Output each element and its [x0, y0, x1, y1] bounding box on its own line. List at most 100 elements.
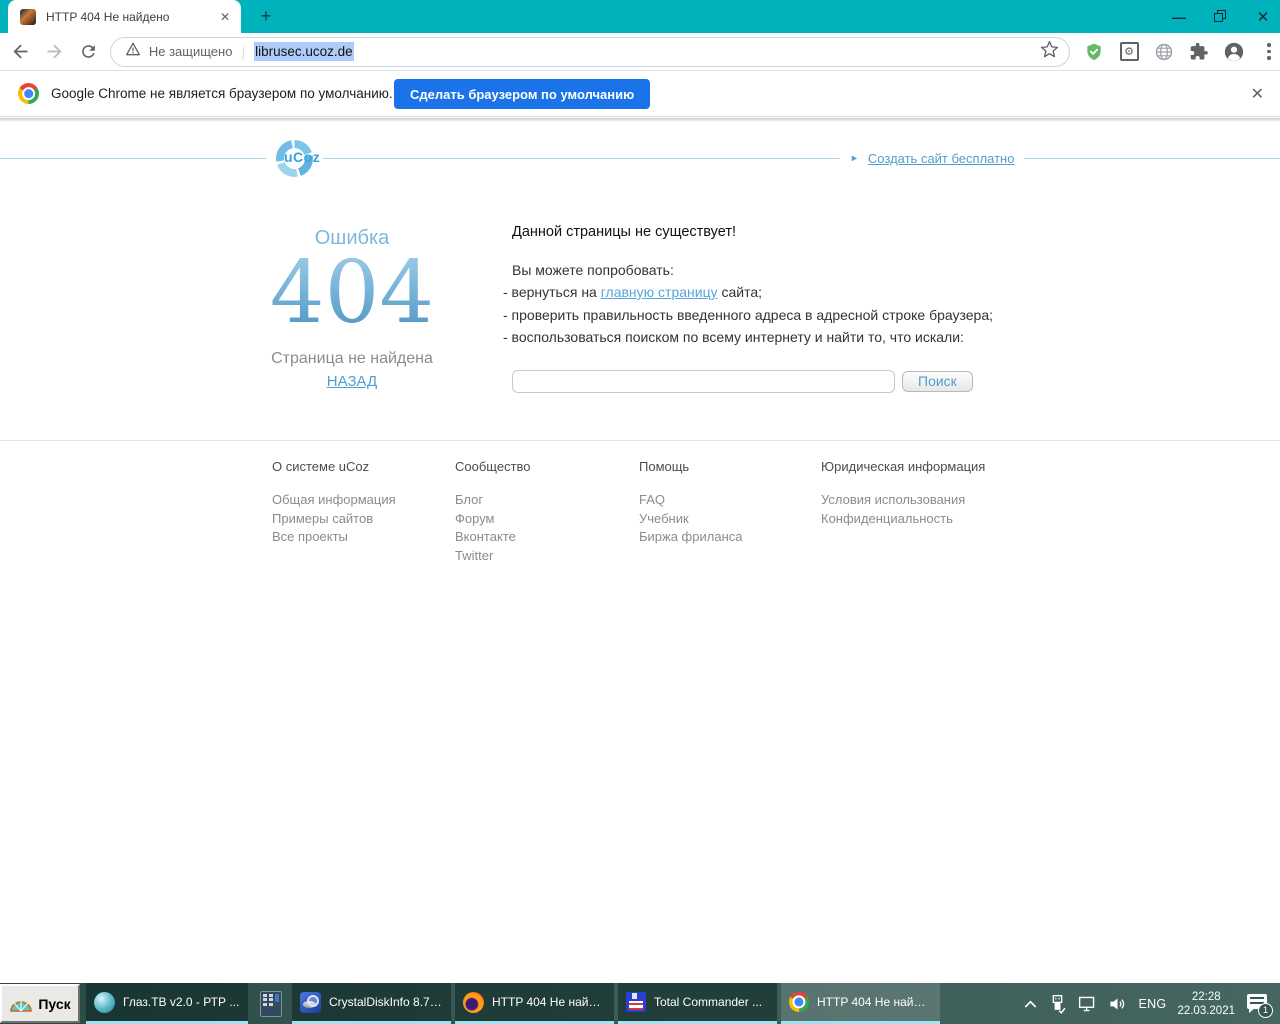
security-label[interactable]: Не защищено	[149, 44, 233, 59]
clock[interactable]: 22:28 22.03.2021	[1177, 990, 1235, 1018]
desktop-screen: HTTP 404 Не найдено ✕ + — ✕ Не защищено …	[0, 0, 1280, 1024]
start-shell-icon	[9, 994, 33, 1014]
error-description-column: Данной страницы не существует! Вы можете…	[503, 224, 1003, 393]
firefox-icon	[463, 992, 484, 1013]
footer-link[interactable]: Блог	[455, 491, 635, 509]
suggestions-subtitle: Вы можете попробовать:	[503, 259, 1003, 281]
extensions-row: ⚙	[1083, 41, 1280, 63]
footer-link[interactable]: Общая информация	[272, 491, 452, 509]
footer-column-title: Юридическая информация	[821, 459, 1001, 474]
taskbar-item-firefox[interactable]: HTTP 404 Не найде...	[455, 983, 614, 1024]
footer-link[interactable]: Конфиденциальность	[821, 510, 1001, 528]
calculator-icon	[260, 991, 282, 1017]
new-tab-button[interactable]: +	[254, 6, 278, 28]
tray-chevron-up-icon[interactable]	[1023, 998, 1038, 1010]
main-page-link[interactable]: главную страницу	[601, 284, 718, 300]
close-icon[interactable]: ✕	[1256, 10, 1270, 24]
network-icon[interactable]	[1077, 995, 1097, 1013]
taskbar-item-chrome-active[interactable]: HTTP 404 Не найде...	[781, 983, 940, 1024]
create-site-link[interactable]: Создать сайт бесплатно	[868, 151, 1015, 166]
webpage-404: uCoz ► Создать сайт бесплатно Ошибка 404…	[0, 122, 1280, 983]
total-commander-icon	[626, 992, 646, 1012]
windows-taskbar: Пуск Глаз.ТВ v2.0 - РТР ... CrystalDiskI…	[0, 983, 1280, 1024]
ucoz-logo[interactable]: uCoz	[266, 138, 323, 179]
glaz-tv-icon	[94, 992, 115, 1013]
error-code-404: 404	[252, 250, 452, 336]
system-tray: ENG 22:28 22.03.2021 1	[1023, 983, 1280, 1024]
search-button[interactable]: Поиск	[902, 371, 973, 392]
language-indicator[interactable]: ENG	[1138, 997, 1166, 1011]
default-browser-infobar: Google Chrome не является браузером по у…	[0, 71, 1280, 117]
forward-icon[interactable]	[42, 39, 68, 65]
infobar-message: Google Chrome не является браузером по у…	[51, 86, 393, 101]
page-not-found-text: Страница не найдена	[252, 350, 452, 368]
not-secure-warning-icon[interactable]	[125, 41, 141, 62]
globe-extension-icon[interactable]	[1153, 41, 1175, 63]
footer-column-legal: Юридическая информация Условия использов…	[821, 459, 1001, 528]
back-icon[interactable]	[8, 39, 34, 65]
make-default-button[interactable]: Сделать браузером по умолчанию	[394, 79, 650, 109]
footer-link[interactable]: Условия использования	[821, 491, 1001, 509]
extensions-puzzle-icon[interactable]	[1188, 41, 1210, 63]
address-bar[interactable]: Не защищено | librusec.ucoz.de	[110, 37, 1070, 67]
footer-column-help: Помощь FAQ Учебник Биржа фриланса	[639, 459, 819, 547]
footer-column-community: Сообщество Блог Форум Вконтакте Twitter	[455, 459, 635, 565]
footer-column-title: О системе uCoz	[272, 459, 452, 474]
search-form: Поиск	[503, 370, 1003, 393]
site-favicon	[20, 9, 36, 25]
browser-titlebar: HTTP 404 Не найдено ✕ + — ✕	[0, 0, 1280, 33]
footer-column-about: О системе uCoz Общая информация Примеры …	[272, 459, 452, 547]
usb-device-icon[interactable]	[1049, 994, 1066, 1014]
page-title: Данной страницы не существует!	[503, 224, 1003, 240]
create-site-block: ► Создать сайт бесплатно	[840, 150, 1024, 167]
start-label: Пуск	[38, 996, 70, 1012]
suggestion-item-3: - воспользоваться поиском по всему интер…	[503, 326, 1003, 349]
back-link[interactable]: НАЗАД	[327, 373, 377, 390]
crystaldiskinfo-icon	[300, 992, 321, 1013]
tab-title: HTTP 404 Не найдено	[46, 10, 217, 24]
footer-divider	[0, 440, 1280, 441]
browser-tab[interactable]: HTTP 404 Не найдено ✕	[8, 0, 241, 33]
footer-column-title: Помощь	[639, 459, 819, 474]
footer-link[interactable]: Twitter	[455, 547, 635, 565]
suggestion-item-2: - проверить правильность введенного адре…	[503, 304, 1003, 327]
taskbar-item-total-commander[interactable]: Total Commander ...	[618, 983, 777, 1024]
suggestion-item-1: - вернуться на главную страницу сайта;	[503, 281, 1003, 304]
adblock-shield-icon[interactable]	[1083, 41, 1105, 63]
footer-link[interactable]: Все проекты	[272, 528, 452, 546]
taskbar-item-calculator[interactable]	[254, 983, 288, 1024]
footer-link[interactable]: Учебник	[639, 510, 819, 528]
tab-close-icon[interactable]: ✕	[217, 9, 233, 25]
url-text-selected[interactable]: librusec.ucoz.de	[254, 42, 354, 61]
window-controls: — ✕	[1172, 0, 1270, 33]
browser-toolbar: Не защищено | librusec.ucoz.de ⚙	[0, 33, 1280, 71]
taskbar-item-crystaldiskinfo[interactable]: CrystalDiskInfo 8.7....	[292, 983, 451, 1024]
profile-avatar-icon[interactable]	[1223, 41, 1245, 63]
arrow-right-icon: ►	[850, 154, 859, 163]
start-button[interactable]: Пуск	[0, 984, 80, 1023]
browser-menu-icon[interactable]	[1258, 41, 1280, 63]
chrome-icon	[789, 992, 809, 1012]
infobar-close-icon[interactable]: ✕	[1251, 84, 1264, 104]
error-column: Ошибка 404 Страница не найдена НАЗАД	[252, 227, 452, 391]
notification-center-icon[interactable]: 1	[1246, 992, 1270, 1016]
footer-link[interactable]: Биржа фриланса	[639, 528, 819, 546]
minimize-icon[interactable]: —	[1172, 10, 1186, 24]
taskbar-item-glaz-tv[interactable]: Глаз.ТВ v2.0 - РТР ...	[86, 983, 248, 1024]
footer-link[interactable]: Вконтакте	[455, 528, 635, 546]
chrome-logo-icon	[18, 83, 39, 104]
search-input[interactable]	[512, 370, 895, 393]
clock-date: 22.03.2021	[1177, 1004, 1235, 1018]
volume-icon[interactable]	[1108, 995, 1127, 1013]
restore-icon[interactable]	[1214, 10, 1228, 24]
reload-icon[interactable]	[76, 39, 102, 65]
footer-column-title: Сообщество	[455, 459, 635, 474]
footer-link[interactable]: Примеры сайтов	[272, 510, 452, 528]
clock-time: 22:28	[1177, 990, 1235, 1004]
header-divider	[0, 158, 1280, 159]
footer-link[interactable]: FAQ	[639, 491, 819, 509]
notification-badge: 1	[1258, 1003, 1273, 1018]
bookmark-star-icon[interactable]	[1040, 40, 1059, 64]
settings-window-extension-icon[interactable]: ⚙	[1118, 41, 1140, 63]
footer-link[interactable]: Форум	[455, 510, 635, 528]
